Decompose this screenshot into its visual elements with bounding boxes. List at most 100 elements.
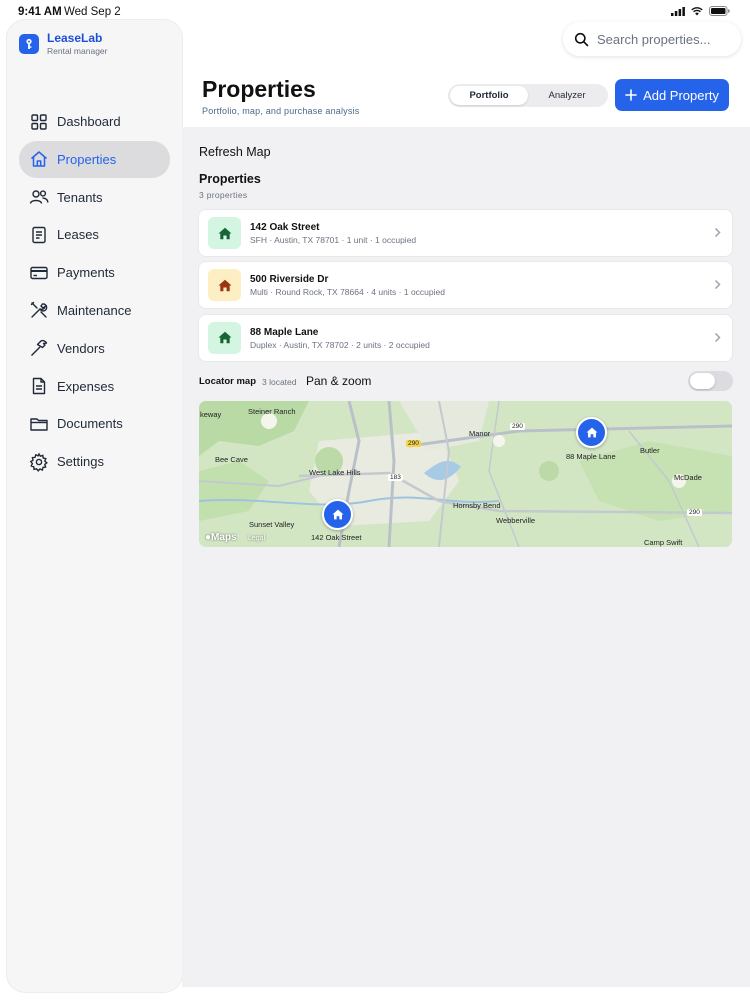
house-fill-icon <box>218 227 231 239</box>
main-content: Refresh Map Properties 3 properties 142 … <box>182 127 750 987</box>
house-icon <box>31 151 47 168</box>
map-legal-link[interactable]: Legal <box>248 535 265 542</box>
locator-map[interactable]: keway Steiner Ranch Manor Bee Cave West … <box>199 401 732 547</box>
highway-shield: 290 <box>510 423 525 430</box>
sidebar-item-dashboard[interactable]: Dashboard <box>19 103 170 140</box>
sidebar-item-vendors[interactable]: Vendors <box>19 330 170 367</box>
property-name: 88 Maple Lane <box>250 326 319 338</box>
sidebar: LeaseLab Rental manager Dashboard Proper… <box>7 20 182 992</box>
sidebar-item-label: Properties <box>57 151 117 167</box>
highway-shield: 290 <box>687 509 702 516</box>
property-row-oak-street[interactable]: 142 Oak Street SFH · Austin, TX 78701 · … <box>199 210 732 256</box>
add-property-label: Add Property <box>643 87 719 103</box>
house-fill-icon <box>332 509 343 520</box>
section-title: Properties <box>199 172 261 186</box>
brand-subtitle: Rental manager <box>47 46 108 56</box>
status-date: Wed Sep 2 <box>64 6 121 18</box>
pan-zoom-toggle[interactable] <box>688 371 733 391</box>
gear-icon <box>29 452 48 472</box>
map-place-label: Webberville <box>496 516 536 525</box>
property-detail: Multi · Round Rock, TX 78664 · 4 units ·… <box>250 287 445 298</box>
chevron-right-icon <box>714 227 721 238</box>
property-detail: SFH · Austin, TX 78701 · 1 unit · 1 occu… <box>250 235 417 245</box>
maps-logo: ●Maps <box>205 532 237 543</box>
page-subtitle: Portfolio, map, and purchase analysis <box>202 106 360 116</box>
map-pin-maple-lane[interactable] <box>576 417 607 448</box>
property-icon <box>208 321 241 354</box>
add-property-button[interactable]: Add Property <box>615 79 729 111</box>
plus-icon <box>625 89 637 101</box>
sidebar-item-leases[interactable]: Leases <box>19 216 170 253</box>
search-placeholder: Search properties... <box>597 31 711 47</box>
dashboard-icon <box>31 113 47 130</box>
pan-zoom-label: Pan & zoom <box>306 374 372 388</box>
people-icon <box>29 190 49 204</box>
locator-map-label: Locator map <box>199 376 257 387</box>
map-place-label: Steiner Ranch <box>248 407 296 416</box>
brand: LeaseLab Rental manager <box>19 32 107 56</box>
property-count: 3 properties <box>199 190 248 200</box>
chevron-right-icon <box>714 332 721 342</box>
map-place-label: Butler <box>640 446 660 455</box>
map-place-label: Bee Cave <box>215 455 248 464</box>
sidebar-item-documents[interactable]: Documents <box>19 405 170 442</box>
map-place-label: Hornsby Bend <box>453 501 501 510</box>
locator-count: 3 located <box>262 377 297 387</box>
chevron-right-icon <box>714 280 721 290</box>
property-name: 500 Riverside Dr <box>250 274 329 286</box>
property-name: 142 Oak Street <box>250 222 320 233</box>
property-row-riverside-dr[interactable]: 500 Riverside Dr Multi · Round Rock, TX … <box>199 262 732 309</box>
sidebar-item-label: Documents <box>57 416 123 432</box>
map-place-label: Sunset Valley <box>249 520 295 529</box>
house-fill-icon <box>218 279 231 291</box>
property-list: 142 Oak Street SFH · Austin, TX 78701 · … <box>199 210 732 367</box>
receipt-icon <box>32 377 46 395</box>
map-pin-oak-street[interactable] <box>322 499 353 530</box>
house-fill-icon <box>218 331 231 344</box>
segment-analyzer[interactable]: Analyzer <box>528 86 606 105</box>
map-pin-label: 88 Maple Lane <box>566 452 616 461</box>
search-input[interactable]: Search properties... <box>563 22 741 56</box>
map-place-label: Manor <box>469 429 491 438</box>
sidebar-nav: Dashboard Properties Tenants Leases Paym… <box>19 103 170 481</box>
highway-shield: 183 <box>388 474 403 481</box>
sidebar-item-label: Maintenance <box>57 302 132 318</box>
sidebar-item-settings[interactable]: Settings <box>19 443 170 480</box>
sidebar-item-label: Leases <box>57 227 99 243</box>
sidebar-item-label: Dashboard <box>57 114 121 129</box>
sidebar-item-label: Payments <box>57 265 115 281</box>
view-segmented-control: Portfolio Analyzer <box>448 84 608 107</box>
document-icon <box>32 226 46 244</box>
sidebar-item-label: Tenants <box>57 189 103 205</box>
refresh-map-button[interactable]: Refresh Map <box>199 145 271 159</box>
property-icon <box>208 269 241 302</box>
sidebar-item-label: Settings <box>57 454 104 470</box>
hammer-icon <box>31 340 48 357</box>
segment-portfolio[interactable]: Portfolio <box>450 86 528 105</box>
page-title: Properties <box>202 76 316 102</box>
search-icon <box>574 32 589 46</box>
toggle-knob <box>690 373 715 389</box>
folder-icon <box>30 418 48 431</box>
sidebar-item-payments[interactable]: Payments <box>19 254 170 291</box>
map-place-label: keway <box>200 410 222 419</box>
sidebar-item-expenses[interactable]: Expenses <box>19 368 170 405</box>
maps-brand-text: Maps <box>211 532 237 543</box>
map-pin-label: 142 Oak Street <box>311 533 362 542</box>
map-place-label: Camp Swift <box>644 538 683 547</box>
property-detail: Duplex · Austin, TX 78702 · 2 units · 2 … <box>250 339 430 350</box>
sidebar-item-maintenance[interactable]: Maintenance <box>19 292 170 329</box>
property-icon <box>208 217 241 249</box>
cellular-signal-icon <box>671 6 685 16</box>
sidebar-item-tenants[interactable]: Tenants <box>19 179 170 216</box>
house-fill-icon <box>586 427 597 438</box>
battery-icon <box>709 6 730 16</box>
map-place-label: West Lake Hills <box>309 468 361 477</box>
map-place-label: McDade <box>674 473 702 482</box>
sidebar-item-label: Expenses <box>57 378 115 394</box>
sidebar-item-properties[interactable]: Properties <box>19 140 170 178</box>
status-time: 9:41 AM <box>18 6 62 18</box>
sidebar-item-label: Vendors <box>57 340 105 356</box>
brand-name: LeaseLab <box>47 31 103 45</box>
property-row-maple-lane[interactable]: 88 Maple Lane Duplex · Austin, TX 78702 … <box>199 314 732 361</box>
